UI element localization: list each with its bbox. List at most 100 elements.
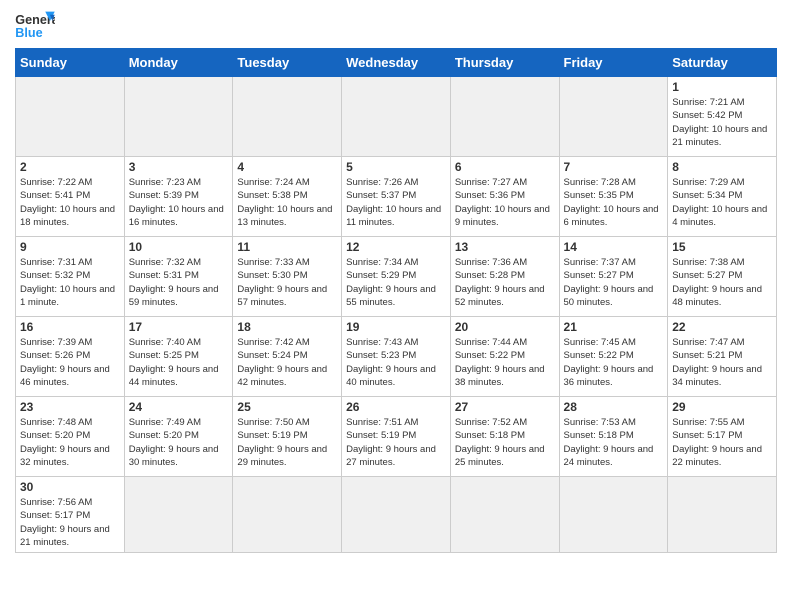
day-number: 19 <box>346 320 446 334</box>
day-info: Sunrise: 7:43 AM Sunset: 5:23 PM Dayligh… <box>346 336 446 389</box>
calendar-cell <box>450 77 559 157</box>
calendar-cell: 28 Sunrise: 7:53 AM Sunset: 5:18 PM Dayli… <box>559 397 668 477</box>
calendar-cell: 18 Sunrise: 7:42 AM Sunset: 5:24 PM Dayli… <box>233 317 342 397</box>
day-info: Sunrise: 7:45 AM Sunset: 5:22 PM Dayligh… <box>564 336 664 389</box>
day-info: Sunrise: 7:22 AM Sunset: 5:41 PM Dayligh… <box>20 176 120 229</box>
day-number: 24 <box>129 400 229 414</box>
weekday-header-wednesday: Wednesday <box>342 49 451 77</box>
calendar-cell: 2 Sunrise: 7:22 AM Sunset: 5:41 PM Daylig… <box>16 157 125 237</box>
day-number: 28 <box>564 400 664 414</box>
day-info: Sunrise: 7:37 AM Sunset: 5:27 PM Dayligh… <box>564 256 664 309</box>
day-info: Sunrise: 7:50 AM Sunset: 5:19 PM Dayligh… <box>237 416 337 469</box>
weekday-header-friday: Friday <box>559 49 668 77</box>
logo-icon: General Blue <box>15 10 55 40</box>
calendar-cell <box>559 477 668 553</box>
calendar-cell: 12Sunrise: 7:34 AM Sunset: 5:29 PM Dayli… <box>342 237 451 317</box>
calendar-cell <box>124 77 233 157</box>
weekday-header-monday: Monday <box>124 49 233 77</box>
svg-text:Blue: Blue <box>15 26 42 40</box>
day-number: 25 <box>237 400 337 414</box>
day-info: Sunrise: 7:40 AM Sunset: 5:25 PM Dayligh… <box>129 336 229 389</box>
calendar-week-3: 9 Sunrise: 7:31 AM Sunset: 5:32 PM Daylig… <box>16 237 777 317</box>
calendar-week-4: 16Sunrise: 7:39 AM Sunset: 5:26 PM Dayli… <box>16 317 777 397</box>
calendar-cell: 22 Sunrise: 7:47 AM Sunset: 5:21 PM Dayli… <box>668 317 777 397</box>
calendar-cell <box>342 77 451 157</box>
page-container: General Blue SundayMondayTuesdayWednesda… <box>0 0 792 563</box>
day-info: Sunrise: 7:42 AM Sunset: 5:24 PM Dayligh… <box>237 336 337 389</box>
day-number: 18 <box>237 320 337 334</box>
day-number: 8 <box>672 160 772 174</box>
calendar-week-6: 30Sunrise: 7:56 AM Sunset: 5:17 PM Dayli… <box>16 477 777 553</box>
calendar-cell: 1 Sunrise: 7:21 AM Sunset: 5:42 PM Daylig… <box>668 77 777 157</box>
calendar-cell <box>668 477 777 553</box>
calendar-cell: 17 Sunrise: 7:40 AM Sunset: 5:25 PM Dayli… <box>124 317 233 397</box>
day-number: 11 <box>237 240 337 254</box>
calendar-cell: 14 Sunrise: 7:37 AM Sunset: 5:27 PM Dayli… <box>559 237 668 317</box>
weekday-header-row: SundayMondayTuesdayWednesdayThursdayFrid… <box>16 49 777 77</box>
day-info: Sunrise: 7:28 AM Sunset: 5:35 PM Dayligh… <box>564 176 664 229</box>
day-number: 23 <box>20 400 120 414</box>
calendar-cell: 20 Sunrise: 7:44 AM Sunset: 5:22 PM Dayli… <box>450 317 559 397</box>
day-info: Sunrise: 7:56 AM Sunset: 5:17 PM Dayligh… <box>20 496 120 549</box>
day-number: 26 <box>346 400 446 414</box>
day-number: 22 <box>672 320 772 334</box>
day-info: Sunrise: 7:52 AM Sunset: 5:18 PM Dayligh… <box>455 416 555 469</box>
day-info: Sunrise: 7:31 AM Sunset: 5:32 PM Dayligh… <box>20 256 120 309</box>
day-number: 12 <box>346 240 446 254</box>
day-info: Sunrise: 7:26 AM Sunset: 5:37 PM Dayligh… <box>346 176 446 229</box>
calendar-cell: 3 Sunrise: 7:23 AM Sunset: 5:39 PM Daylig… <box>124 157 233 237</box>
calendar-cell: 26 Sunrise: 7:51 AM Sunset: 5:19 PM Dayli… <box>342 397 451 477</box>
day-info: Sunrise: 7:47 AM Sunset: 5:21 PM Dayligh… <box>672 336 772 389</box>
calendar-cell: 4 Sunrise: 7:24 AM Sunset: 5:38 PM Daylig… <box>233 157 342 237</box>
day-number: 14 <box>564 240 664 254</box>
day-info: Sunrise: 7:23 AM Sunset: 5:39 PM Dayligh… <box>129 176 229 229</box>
calendar-table: SundayMondayTuesdayWednesdayThursdayFrid… <box>15 48 777 553</box>
day-number: 27 <box>455 400 555 414</box>
calendar-cell: 19 Sunrise: 7:43 AM Sunset: 5:23 PM Dayli… <box>342 317 451 397</box>
calendar-week-1: 1 Sunrise: 7:21 AM Sunset: 5:42 PM Daylig… <box>16 77 777 157</box>
calendar-cell <box>559 77 668 157</box>
day-number: 20 <box>455 320 555 334</box>
calendar-cell: 30Sunrise: 7:56 AM Sunset: 5:17 PM Dayli… <box>16 477 125 553</box>
day-number: 4 <box>237 160 337 174</box>
logo: General Blue <box>15 10 55 40</box>
day-info: Sunrise: 7:53 AM Sunset: 5:18 PM Dayligh… <box>564 416 664 469</box>
calendar-cell: 6 Sunrise: 7:27 AM Sunset: 5:36 PM Daylig… <box>450 157 559 237</box>
day-number: 2 <box>20 160 120 174</box>
weekday-header-thursday: Thursday <box>450 49 559 77</box>
calendar-cell: 11 Sunrise: 7:33 AM Sunset: 5:30 PM Dayli… <box>233 237 342 317</box>
day-info: Sunrise: 7:44 AM Sunset: 5:22 PM Dayligh… <box>455 336 555 389</box>
calendar-cell: 24Sunrise: 7:49 AM Sunset: 5:20 PM Dayli… <box>124 397 233 477</box>
day-number: 29 <box>672 400 772 414</box>
day-info: Sunrise: 7:55 AM Sunset: 5:17 PM Dayligh… <box>672 416 772 469</box>
day-number: 9 <box>20 240 120 254</box>
calendar-cell <box>233 77 342 157</box>
day-number: 3 <box>129 160 229 174</box>
calendar-cell <box>450 477 559 553</box>
day-number: 10 <box>129 240 229 254</box>
calendar-cell: 8 Sunrise: 7:29 AM Sunset: 5:34 PM Daylig… <box>668 157 777 237</box>
day-number: 1 <box>672 80 772 94</box>
calendar-cell: 23Sunrise: 7:48 AM Sunset: 5:20 PM Dayli… <box>16 397 125 477</box>
day-number: 13 <box>455 240 555 254</box>
calendar-cell <box>124 477 233 553</box>
day-number: 6 <box>455 160 555 174</box>
calendar-cell: 16Sunrise: 7:39 AM Sunset: 5:26 PM Dayli… <box>16 317 125 397</box>
day-info: Sunrise: 7:33 AM Sunset: 5:30 PM Dayligh… <box>237 256 337 309</box>
day-info: Sunrise: 7:51 AM Sunset: 5:19 PM Dayligh… <box>346 416 446 469</box>
day-number: 21 <box>564 320 664 334</box>
day-info: Sunrise: 7:24 AM Sunset: 5:38 PM Dayligh… <box>237 176 337 229</box>
calendar-cell: 25 Sunrise: 7:50 AM Sunset: 5:19 PM Dayli… <box>233 397 342 477</box>
day-info: Sunrise: 7:32 AM Sunset: 5:31 PM Dayligh… <box>129 256 229 309</box>
calendar-cell: 5Sunrise: 7:26 AM Sunset: 5:37 PM Daylig… <box>342 157 451 237</box>
page-header: General Blue <box>15 10 777 40</box>
day-number: 17 <box>129 320 229 334</box>
calendar-cell: 7Sunrise: 7:28 AM Sunset: 5:35 PM Daylig… <box>559 157 668 237</box>
day-info: Sunrise: 7:27 AM Sunset: 5:36 PM Dayligh… <box>455 176 555 229</box>
day-info: Sunrise: 7:21 AM Sunset: 5:42 PM Dayligh… <box>672 96 772 149</box>
day-info: Sunrise: 7:29 AM Sunset: 5:34 PM Dayligh… <box>672 176 772 229</box>
calendar-cell: 15Sunrise: 7:38 AM Sunset: 5:27 PM Dayli… <box>668 237 777 317</box>
day-info: Sunrise: 7:36 AM Sunset: 5:28 PM Dayligh… <box>455 256 555 309</box>
calendar-cell: 29 Sunrise: 7:55 AM Sunset: 5:17 PM Dayli… <box>668 397 777 477</box>
calendar-cell <box>16 77 125 157</box>
